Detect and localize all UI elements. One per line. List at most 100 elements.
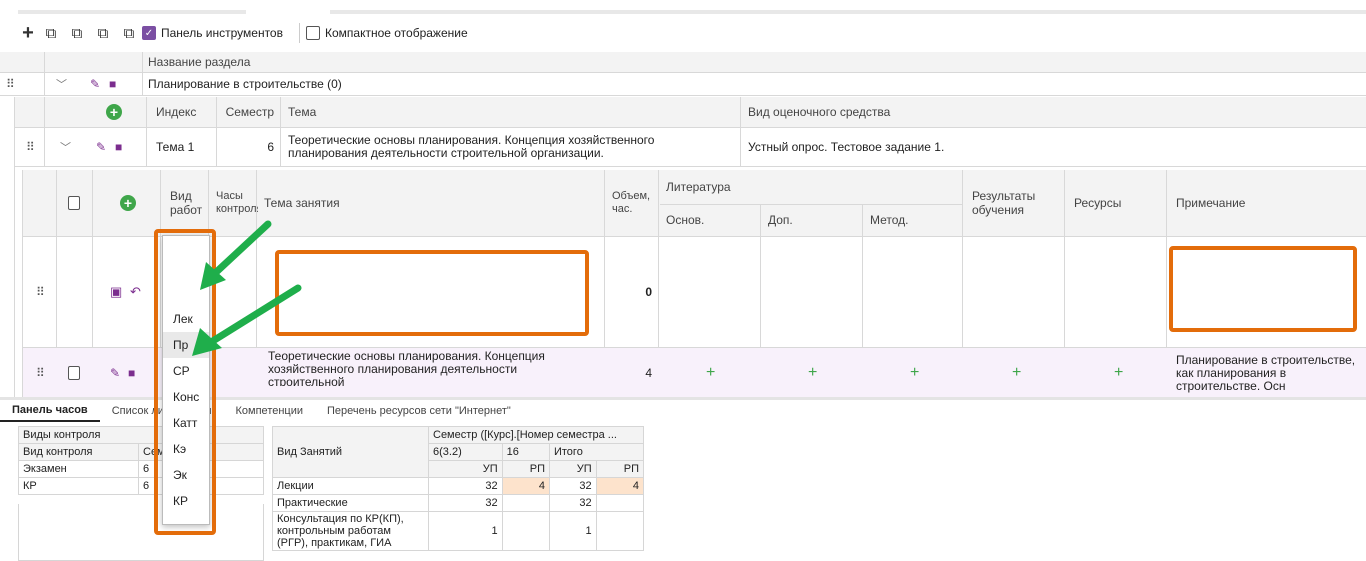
add-extra-lit-icon[interactable]: + xyxy=(802,350,822,396)
undo-icon[interactable]: ↶ xyxy=(124,237,146,347)
assessment-header: Вид оценочного средства xyxy=(748,105,891,119)
topic-title: Теоретические основы планирования. Конце… xyxy=(288,133,655,160)
drag-handle-icon[interactable]: ⠿ xyxy=(30,350,54,396)
note-header: Примечание xyxy=(1176,196,1246,210)
up-cell: 1 xyxy=(428,511,503,551)
volume-header: Объем, час. xyxy=(612,190,651,215)
lit-main-header: Основ. xyxy=(666,213,705,227)
delete-icon[interactable]: ■ xyxy=(103,73,123,95)
lesson-topic: Теоретические основы планирования. Конце… xyxy=(268,350,545,386)
up-cell: 32 xyxy=(428,477,503,495)
total-rp-cell: 4 xyxy=(595,477,645,495)
add-lesson-icon[interactable]: + xyxy=(114,170,144,236)
semester-header: Семестр ([Курс].[Номер семестра ... xyxy=(428,426,644,444)
chevron-down-icon[interactable]: ﹀ xyxy=(54,130,74,164)
delete-icon[interactable]: ■ xyxy=(109,130,129,164)
rp-cell[interactable] xyxy=(501,511,550,551)
add-icon[interactable]: + xyxy=(18,20,38,46)
tab-competencies[interactable]: Компетенции xyxy=(224,400,316,422)
lit-method-header: Метод. xyxy=(870,213,909,227)
edit-icon[interactable]: ✎ xyxy=(84,73,104,95)
topic-header: Тема xyxy=(288,105,317,119)
save-icon[interactable]: ▣ xyxy=(104,237,124,347)
copy-icon[interactable]: ⧉ xyxy=(90,20,116,46)
delete-icon[interactable]: ■ xyxy=(122,350,142,396)
top-strip xyxy=(0,0,1366,14)
copy-icon[interactable]: ⧉ xyxy=(64,20,90,46)
annotation-arrow xyxy=(192,284,302,356)
compact-view-checkbox[interactable] xyxy=(305,26,320,40)
drag-handle-icon[interactable]: ⠿ xyxy=(30,237,54,347)
col-rp: РП xyxy=(595,460,645,478)
lesson-volume: 4 xyxy=(645,366,652,380)
total-up-cell: 32 xyxy=(548,477,597,495)
copy-icon[interactable]: ⧉ xyxy=(38,20,64,46)
scroll-track xyxy=(330,10,1366,14)
edit-icon[interactable]: ✎ xyxy=(90,130,110,164)
copy-icon[interactable]: ⧉ xyxy=(116,20,142,46)
volume-value: 0 xyxy=(645,285,652,299)
select-all-checkbox[interactable] xyxy=(62,170,86,236)
total-up-cell: 32 xyxy=(548,494,597,512)
add-method-lit-icon[interactable]: + xyxy=(904,350,924,396)
control-type-cell: КР xyxy=(18,477,139,495)
lit-add-header: Доп. xyxy=(768,213,793,227)
topic-semester: 6 xyxy=(267,140,274,154)
toolbar-checkbox-label: Панель инструментов xyxy=(161,26,283,40)
table-row[interactable]: Консультация по КР(КП), контрольным рабо… xyxy=(272,511,645,551)
highlight-box xyxy=(1169,246,1357,332)
semester-sub-b: 16 xyxy=(501,443,550,461)
index-header: Индекс xyxy=(156,105,197,119)
tab-internet-resources[interactable]: Перечень ресурсов сети "Интернет" xyxy=(315,400,523,422)
literature-header: Литература xyxy=(666,180,731,194)
divider xyxy=(298,23,300,43)
chevron-down-icon[interactable]: ﹀ xyxy=(50,73,70,95)
hours-table: Вид Занятий Семестр ([Курс].[Номер семес… xyxy=(272,426,645,551)
section-name-header: Название раздела xyxy=(148,55,251,69)
highlight-box xyxy=(275,250,589,336)
toolbar: + ⧉ ⧉ ⧉ ⧉ ✓ Панель инструментов Компактн… xyxy=(0,18,1366,48)
total-up-cell: 1 xyxy=(548,511,597,551)
control-table: Виды контроля Вид контроля Семестр Экзам… xyxy=(18,426,264,495)
topic-assessment: Устный опрос. Тестовое задание 1. xyxy=(748,140,945,154)
total-rp-cell xyxy=(595,494,645,512)
section-title: Планирование в строительстве (0) xyxy=(148,77,342,91)
control-type-cell: Экзамен xyxy=(18,460,139,478)
add-main-lit-icon[interactable]: + xyxy=(700,350,720,396)
rp-cell[interactable] xyxy=(501,494,550,512)
table-row[interactable]: КР 6 xyxy=(18,477,264,495)
semester-header: Семестр xyxy=(225,105,274,119)
edit-icon[interactable]: ✎ xyxy=(104,350,124,396)
drag-handle-icon[interactable]: ⠿ xyxy=(0,73,24,95)
rp-cell[interactable]: 4 xyxy=(501,477,550,495)
semester-total-header: Итого xyxy=(548,443,645,461)
control-table-title: Виды контроля xyxy=(18,426,264,444)
results-header: Результаты обучения xyxy=(972,189,1036,217)
semester-sub-a: 6(3.2) xyxy=(428,443,503,461)
toolbar-checkbox[interactable]: ✓ xyxy=(142,26,156,40)
row-checkbox[interactable] xyxy=(62,350,86,396)
kind-cell: Лекции xyxy=(272,477,429,495)
control-table-empty xyxy=(18,504,264,561)
tab-hours-panel[interactable]: Панель часов xyxy=(0,400,100,422)
table-row[interactable]: Лекции 32 4 32 4 xyxy=(272,477,645,495)
add-topic-icon[interactable]: + xyxy=(100,97,130,127)
drag-handle-icon[interactable]: ⠿ xyxy=(20,130,44,164)
table-row[interactable]: Экзамен 6 xyxy=(18,460,264,478)
total-rp-cell xyxy=(595,511,645,551)
lesson-topic-header: Тема занятия xyxy=(264,196,340,210)
resources-header: Ресурсы xyxy=(1074,196,1122,210)
scroll-track xyxy=(18,10,246,14)
control-type-header: Вид контроля xyxy=(18,443,139,461)
table-row[interactable]: Практические 32 32 xyxy=(272,494,645,512)
kind-cell: Консультация по КР(КП), контрольным рабо… xyxy=(272,511,429,551)
col-up: УП xyxy=(428,460,503,478)
add-result-icon[interactable]: + xyxy=(1006,350,1026,396)
kind-cell: Практические xyxy=(272,494,429,512)
compact-view-label: Компактное отображение xyxy=(324,26,468,40)
add-resource-icon[interactable]: + xyxy=(1108,350,1128,396)
col-up: УП xyxy=(548,460,597,478)
topic-index: Тема 1 xyxy=(156,140,195,154)
up-cell: 32 xyxy=(428,494,503,512)
lesson-note: Планирование в строительстве, как планир… xyxy=(1176,354,1356,393)
